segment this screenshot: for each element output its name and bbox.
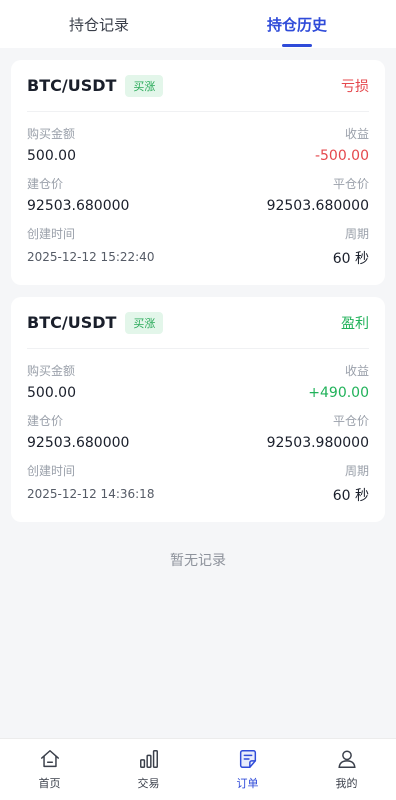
order-card: BTC/USDT 买涨 亏损 购买金额 500.00 收益 -500.00 建仓… (11, 60, 385, 285)
created-time-value: 2025-12-12 15:22:40 (27, 250, 155, 264)
user-icon (337, 750, 356, 768)
open-price-value: 92503.680000 (27, 198, 130, 214)
order-card: BTC/USDT 买涨 盈利 购买金额 500.00 收益 +490.00 建仓… (11, 297, 385, 522)
time-row: 创建时间 2025-12-12 15:22:40 周期 60 秒 (27, 225, 369, 268)
close-price-value: 92503.980000 (266, 435, 369, 451)
open-price-label: 建仓价 (27, 414, 64, 428)
direction-badge: 买涨 (125, 311, 164, 334)
nav-trade-label: 交易 (137, 777, 160, 790)
created-time-value: 2025-12-12 14:36:18 (27, 487, 155, 501)
nav-orders-label: 订单 (236, 777, 259, 790)
pnl-value: +490.00 (308, 385, 369, 401)
order-card-header: BTC/USDT 买涨 亏损 (27, 60, 369, 112)
result-status: 盈利 (341, 315, 369, 332)
amount-row: 购买金额 500.00 收益 +490.00 (27, 362, 369, 401)
order-icon (239, 750, 256, 768)
nav-trade[interactable]: 交易 (99, 739, 198, 800)
result-status: 亏损 (341, 78, 369, 95)
open-price-label: 建仓价 (27, 177, 64, 191)
tab-history-label: 持仓历史 (266, 15, 327, 34)
nav-profile[interactable]: 我的 (297, 739, 396, 800)
amount-row: 购买金额 500.00 收益 -500.00 (27, 125, 369, 164)
amount-value: 500.00 (27, 148, 76, 164)
tab-bar: 持仓记录 持仓历史 (0, 0, 396, 48)
tab-history[interactable]: 持仓历史 (198, 0, 396, 48)
open-price-value: 92503.680000 (27, 435, 130, 451)
pnl-value: -500.00 (314, 148, 369, 164)
active-tab-indicator (282, 44, 312, 47)
created-time-label: 创建时间 (27, 464, 76, 478)
close-price-value: 92503.680000 (266, 198, 369, 214)
period-value: 60 秒 (332, 251, 369, 267)
bottom-nav: 首页 交易 订单 我的 (0, 738, 396, 800)
order-card-header: BTC/USDT 买涨 盈利 (27, 297, 369, 349)
period-label: 周期 (344, 227, 369, 241)
amount-label: 购买金额 (27, 364, 76, 378)
home-icon (40, 750, 59, 768)
pnl-label: 收益 (344, 364, 369, 378)
period-value: 60 秒 (332, 488, 369, 504)
nav-orders[interactable]: 订单 (198, 739, 297, 800)
nav-profile-label: 我的 (335, 777, 358, 790)
nav-home[interactable]: 首页 (0, 739, 99, 800)
close-price-label: 平仓价 (332, 177, 369, 191)
period-label: 周期 (344, 464, 369, 478)
price-row: 建仓价 92503.680000 平仓价 92503.980000 (27, 412, 369, 451)
amount-value: 500.00 (27, 385, 76, 401)
tab-positions[interactable]: 持仓记录 (0, 0, 198, 48)
tab-positions-label: 持仓记录 (68, 15, 129, 34)
chart-bars-icon (139, 750, 158, 768)
price-row: 建仓价 92503.680000 平仓价 92503.680000 (27, 175, 369, 214)
pnl-label: 收益 (344, 127, 369, 141)
trading-pair: BTC/USDT (27, 76, 117, 95)
no-more-records: 暂无记录 (170, 553, 226, 569)
nav-home-label: 首页 (38, 777, 61, 790)
direction-badge: 买涨 (125, 74, 164, 97)
created-time-label: 创建时间 (27, 227, 76, 241)
amount-label: 购买金额 (27, 127, 76, 141)
time-row: 创建时间 2025-12-12 14:36:18 周期 60 秒 (27, 462, 369, 505)
trading-pair: BTC/USDT (27, 313, 117, 332)
close-price-label: 平仓价 (332, 414, 369, 428)
